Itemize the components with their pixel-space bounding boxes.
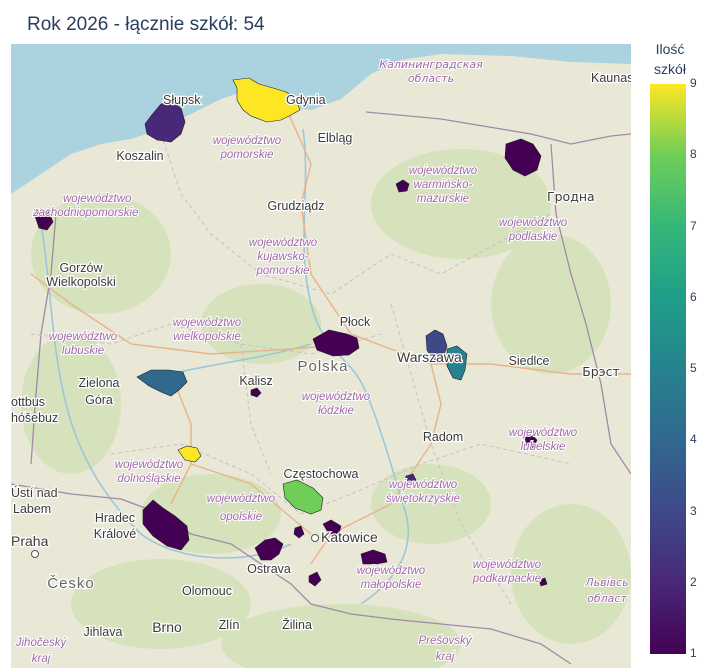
label-gdynia: Gdynia (286, 93, 326, 107)
colorbar-title: Ilość szkół (640, 39, 700, 79)
label-v-dolno-2: dolnośląskie (117, 473, 180, 485)
label-lviv-2: област (587, 592, 627, 605)
colorbar-tick-1: 1 (690, 646, 697, 660)
label-jihlava: Jihlava (84, 625, 123, 639)
label-usti-2: Labem (13, 502, 51, 516)
katowice-marker (311, 534, 319, 542)
label-v-pomorskie-2: pomorskie (219, 149, 273, 161)
label-v-opol-2: opolskie (220, 511, 262, 523)
label-ostrava: Ostrava (247, 562, 291, 576)
colorbar-tick-8: 8 (690, 147, 697, 162)
label-kaliningrad-2: область (408, 72, 454, 85)
label-v-lubel-1: województwo (509, 427, 578, 439)
label-presovsky-2: kraj (436, 651, 455, 663)
label-v-lub-1: województwo (49, 331, 118, 343)
label-brno: Brno (152, 619, 182, 635)
label-grudziadz: Grudziądz (268, 199, 325, 213)
label-radom: Radom (423, 430, 463, 444)
label-gorzow-1: Gorzów (59, 261, 103, 275)
map-area[interactable]: Калининградская область Kaunas Słupsk Gd… (11, 44, 631, 668)
label-v-lodz-1: województwo (302, 391, 371, 403)
colorbar-tick-7: 7 (690, 218, 697, 233)
label-gorzow-2: Wielkopolski (46, 275, 115, 289)
colorbar-title-line1: Ilość (655, 41, 685, 57)
label-v-lubel-2: lubelskie (521, 441, 566, 453)
label-v-lub-2: lubuskie (62, 345, 104, 357)
label-cottbus-1: ottbus (11, 395, 45, 409)
label-v-kuj-2: kujawsko- (257, 251, 308, 263)
label-elblag: Elbląg (318, 131, 353, 145)
label-v-podl-2: podlaskie (508, 231, 558, 243)
label-zlin: Zlín (219, 618, 240, 632)
label-v-wlkp-2: wielkopolskie (173, 331, 241, 343)
label-v-kuj-3: pomorskie (255, 265, 309, 277)
label-v-swiet-2: świętokrzyskie (386, 493, 460, 505)
label-polska: Polska (297, 358, 348, 375)
colorbar (650, 84, 686, 654)
praha-marker (31, 550, 39, 558)
colorbar-tick-5: 5 (690, 361, 697, 375)
colorbar-tick-6: 6 (690, 289, 697, 304)
label-v-swiet-1: województwo (389, 479, 458, 491)
label-v-opol-1: województwo (207, 493, 276, 505)
label-v-wlkp-1: województwo (173, 317, 242, 329)
label-jihocesky-2: kraj (32, 653, 51, 665)
label-katowice: Katowice (321, 529, 378, 545)
label-plock: Płock (340, 315, 371, 329)
label-olomouc: Olomouc (182, 584, 232, 598)
colorbar-tick-9: 9 (690, 76, 697, 90)
label-v-pomorskie-1: województwo (213, 135, 282, 147)
label-czestochowa: Częstochowa (283, 467, 358, 481)
label-v-podk-1: województwo (473, 559, 542, 571)
label-siedlce: Siedlce (509, 354, 550, 368)
label-zielona-1: Zielona (79, 376, 120, 390)
label-praha: Praha (11, 533, 49, 549)
label-v-warm-3: mazurskie (417, 193, 469, 205)
label-v-malop-2: małopolskie (361, 579, 422, 591)
colorbar-tick-4: 4 (690, 432, 697, 447)
label-v-warm-2: warmińsko- (414, 179, 473, 191)
label-kaunas: Kaunas (591, 71, 631, 85)
label-cesko: Česko (47, 575, 95, 592)
label-v-warm-1: województwo (409, 165, 478, 177)
label-zilina: Žilina (282, 617, 312, 632)
colorbar-tick-3: 3 (690, 503, 697, 518)
label-slupsk: Słupsk (163, 93, 201, 107)
label-v-podl-1: województwo (499, 217, 568, 229)
label-hradec-1: Hradec (95, 511, 135, 525)
label-grodno: Гродна (547, 189, 595, 204)
label-presovsky-1: Prešovský (418, 635, 472, 647)
label-zielona-2: Góra (85, 393, 113, 407)
label-v-zach-1: województwo (63, 193, 132, 205)
label-hradec-2: Králové (94, 527, 136, 541)
label-usti-1: Ústí nad (11, 485, 58, 500)
label-kalisz: Kalisz (239, 374, 272, 388)
chart-title: Rok 2026 - łącznie szkół: 54 (27, 14, 265, 35)
label-warszawa: Warszawa (397, 349, 462, 365)
label-jihocesky-1: Jihočeský (15, 637, 68, 649)
label-cottbus-2: hóšebuz (11, 411, 58, 425)
label-v-lodz-2: łódzkie (318, 405, 354, 417)
label-v-dolno-1: województwo (115, 459, 184, 471)
label-v-kuj-1: województwo (249, 237, 318, 249)
label-v-podk-2: podkarpackie (472, 573, 541, 585)
label-v-malop-1: województwo (357, 565, 426, 577)
colorbar-tick-2: 2 (690, 574, 697, 589)
label-kaliningrad-1: Калининградская (379, 58, 483, 71)
label-koszalin: Koszalin (116, 149, 163, 163)
label-v-zach-2: zachodniopomorskie (32, 207, 138, 219)
label-brest: Брэст (582, 364, 620, 379)
label-lviv-1: Львівсь (584, 576, 628, 589)
